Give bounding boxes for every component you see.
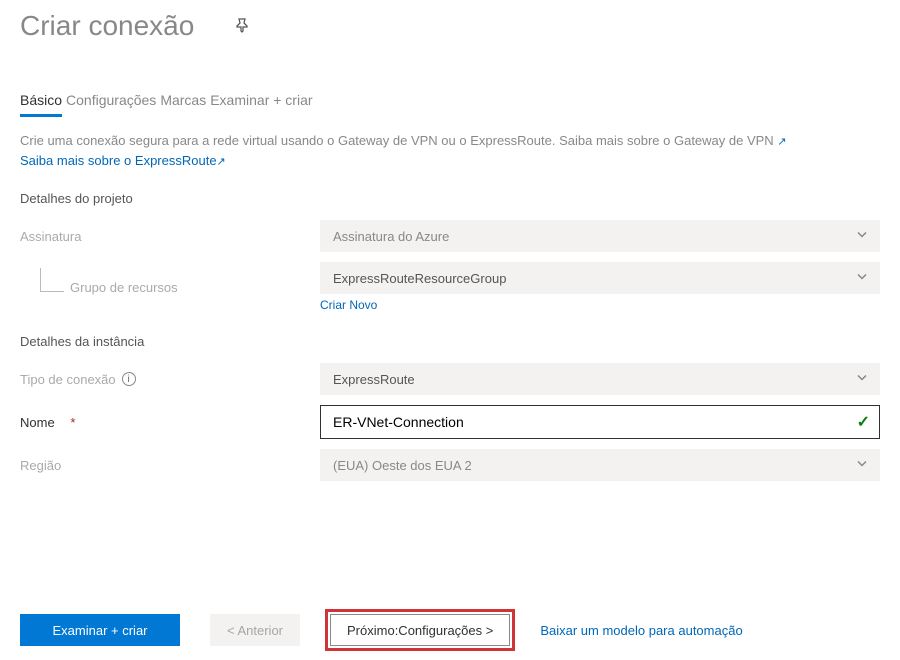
name-label: Nome * <box>20 415 320 430</box>
previous-button: < Anterior <box>210 614 300 646</box>
tab-settings[interactable]: Configurações <box>66 92 156 114</box>
region-value: (EUA) Oeste dos EUA 2 <box>333 458 472 473</box>
expressroute-learn-more-link[interactable]: Saiba mais sobre o ExpressRoute↗ <box>20 153 226 168</box>
page-title: Criar conexão <box>20 10 194 42</box>
tab-bar: Básico Configurações Marcas Examinar + c… <box>20 92 880 117</box>
tree-connector-icon <box>40 268 64 292</box>
subscription-value: Assinatura do Azure <box>333 229 449 244</box>
review-create-button[interactable]: Examinar + criar <box>20 614 180 646</box>
connection-type-select[interactable]: ExpressRoute <box>320 363 880 395</box>
download-template-link[interactable]: Baixar um modelo para automação <box>540 623 742 638</box>
connection-type-label: Tipo de conexão i <box>20 372 320 387</box>
pin-icon[interactable] <box>234 17 250 36</box>
check-icon: ✓ <box>857 412 870 432</box>
subscription-select[interactable]: Assinatura do Azure <box>320 220 880 252</box>
resource-group-select[interactable]: ExpressRouteResourceGroup <box>320 262 880 294</box>
intro-line1: Crie uma conexão segura para a rede virt… <box>20 133 774 148</box>
next-settings-button[interactable]: Próximo:Configurações > <box>330 614 510 646</box>
chevron-down-icon <box>855 457 869 474</box>
chevron-down-icon <box>855 270 869 287</box>
subscription-label: Assinatura <box>20 229 320 244</box>
chevron-down-icon <box>855 228 869 245</box>
section-project-details: Detalhes do projeto <box>20 191 880 206</box>
tab-basic[interactable]: Básico <box>20 92 62 117</box>
tab-tags[interactable]: Marcas <box>160 92 206 114</box>
name-input[interactable] <box>320 405 880 439</box>
intro-text: Crie uma conexão segura para a rede virt… <box>20 131 880 171</box>
resource-group-label: Grupo de recursos <box>20 280 320 295</box>
resource-group-value: ExpressRouteResourceGroup <box>333 271 506 286</box>
footer-bar: Examinar + criar < Anterior Próximo:Conf… <box>20 614 880 646</box>
tab-review-create[interactable]: Examinar + criar <box>210 92 312 114</box>
region-label: Região <box>20 458 320 473</box>
connection-type-value: ExpressRoute <box>333 372 415 387</box>
vpn-learn-more-link[interactable]: ↗ <box>777 133 786 148</box>
section-instance-details: Detalhes da instância <box>20 334 880 349</box>
info-icon[interactable]: i <box>122 372 136 386</box>
create-new-rg-link[interactable]: Criar Novo <box>320 298 377 312</box>
region-select[interactable]: (EUA) Oeste dos EUA 2 <box>320 449 880 481</box>
chevron-down-icon <box>855 371 869 388</box>
